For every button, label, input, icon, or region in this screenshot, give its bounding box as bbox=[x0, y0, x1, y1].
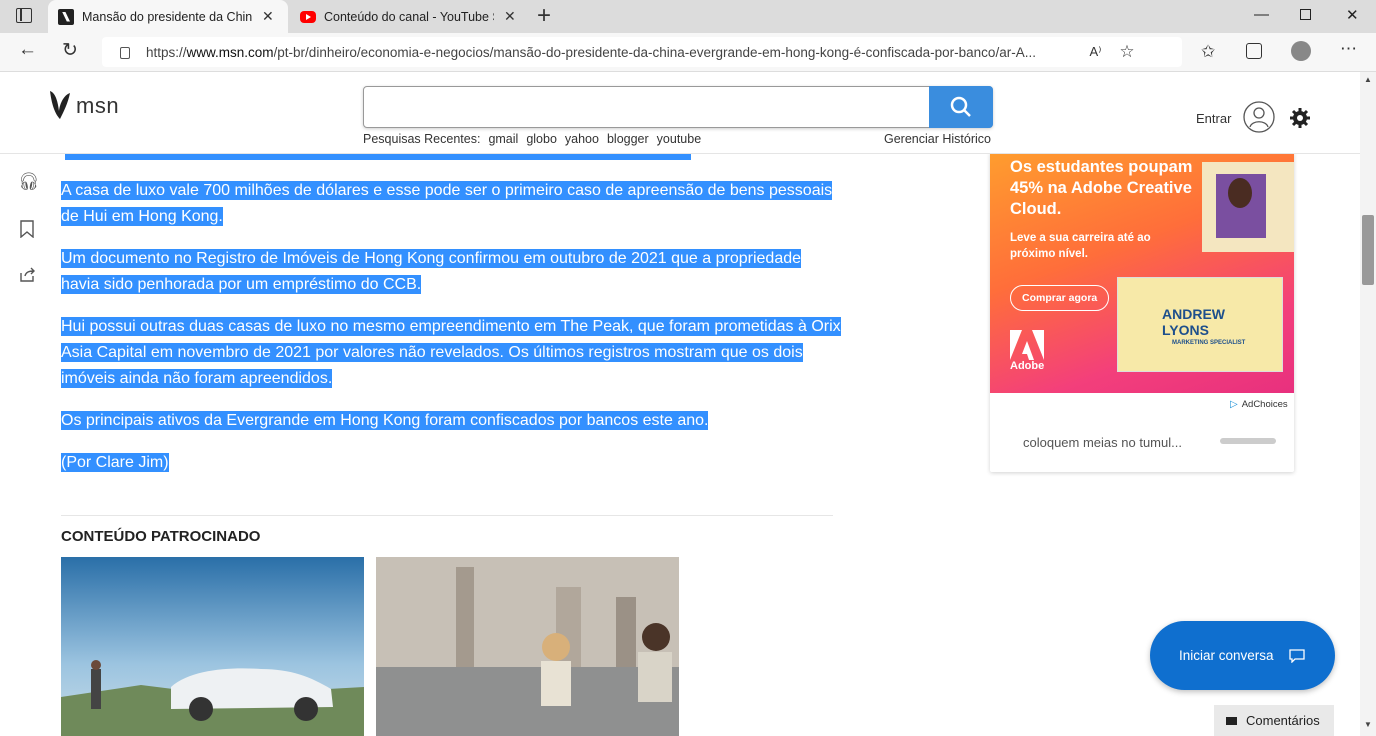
comment-icon bbox=[1226, 716, 1237, 725]
new-tab-button[interactable]: + bbox=[537, 2, 551, 30]
scroll-down-icon[interactable]: ▼ bbox=[1364, 720, 1372, 729]
comments-label: Comentários bbox=[1246, 713, 1320, 728]
section-divider bbox=[61, 515, 833, 516]
collections-icon[interactable] bbox=[1246, 43, 1262, 59]
scrollbar-thumb[interactable] bbox=[1362, 215, 1374, 285]
msn-logo[interactable]: msn bbox=[46, 89, 119, 123]
article-paragraph: Um documento no Registro de Imóveis de H… bbox=[61, 249, 802, 294]
ad-cta-button[interactable]: Comprar agora bbox=[1010, 285, 1110, 311]
recent-searches-label: Pesquisas Recentes: bbox=[363, 132, 481, 146]
search-input[interactable] bbox=[374, 87, 934, 125]
page-scrollbar[interactable]: ▲ ▼ bbox=[1360, 72, 1376, 736]
msn-header: msn Pesquisas Recentes: gmail globo yaho… bbox=[0, 72, 1360, 154]
manage-history-link[interactable]: Gerenciar Histórico bbox=[884, 132, 991, 146]
favorites-icon[interactable]: ✩ bbox=[1201, 42, 1215, 62]
sponsored-card-car[interactable] bbox=[61, 557, 364, 736]
logo-text: msn bbox=[76, 93, 120, 118]
settings-more-icon[interactable]: ⋯ bbox=[1340, 39, 1357, 59]
tab-youtube-studio[interactable]: Conteúdo do canal - YouTube St ✕ bbox=[290, 0, 530, 33]
comments-button[interactable]: Comentários bbox=[1214, 705, 1334, 736]
close-window-icon[interactable]: ✕ bbox=[1346, 6, 1359, 24]
minimize-icon[interactable]: — bbox=[1254, 6, 1269, 23]
recent-search-link[interactable]: youtube bbox=[657, 132, 701, 146]
tab-actions-icon[interactable] bbox=[16, 8, 32, 23]
search-button[interactable] bbox=[929, 86, 993, 128]
browser-toolbar: ← ↻ https://www.msn.com/pt-br/dinheiro/e… bbox=[0, 33, 1376, 72]
gear-icon[interactable] bbox=[1289, 107, 1311, 129]
back-arrow-icon[interactable]: ← bbox=[18, 39, 37, 61]
article-byline: (Por Clare Jim) bbox=[61, 453, 169, 472]
search-box[interactable] bbox=[363, 86, 993, 128]
read-aloud-icon[interactable]: A⁾ bbox=[1090, 44, 1102, 60]
chat-button-label: Iniciar conversa bbox=[1179, 648, 1274, 663]
address-bar[interactable]: https://www.msn.com/pt-br/dinheiro/econo… bbox=[102, 37, 1182, 67]
recent-search-link[interactable]: globo bbox=[526, 132, 557, 146]
adobe-ad[interactable]: Os estudantes poupam 45% na Adobe Creati… bbox=[990, 152, 1294, 472]
chat-bubble-icon bbox=[1288, 648, 1305, 663]
adchoices-link[interactable]: ▷ AdChoices bbox=[1230, 399, 1288, 410]
close-tab-icon[interactable]: ✕ bbox=[504, 8, 516, 25]
browser-tab-strip: Mansão do presidente da China ✕ Conteúdo… bbox=[0, 0, 1376, 33]
article-body: A casa de luxo vale 700 milhões de dólar… bbox=[61, 140, 841, 492]
tab-msn-article[interactable]: Mansão do presidente da China ✕ bbox=[48, 0, 288, 33]
url-prefix: https:// bbox=[146, 44, 187, 60]
share-icon[interactable] bbox=[19, 266, 36, 283]
maximize-icon[interactable] bbox=[1300, 9, 1311, 20]
ad-portrait bbox=[1202, 162, 1294, 252]
recent-search-link[interactable]: yahoo bbox=[565, 132, 599, 146]
cyclists-photo bbox=[376, 557, 679, 736]
search-icon bbox=[950, 96, 971, 117]
lock-icon bbox=[120, 47, 130, 59]
url-host: www.msn.com bbox=[186, 44, 274, 60]
refresh-icon[interactable]: ↻ bbox=[62, 39, 78, 62]
headphones-icon[interactable]: 🎧︎ bbox=[18, 172, 40, 192]
adobe-logo-icon bbox=[1010, 330, 1044, 360]
sponsored-heading: CONTEÚDO PATROCINADO bbox=[61, 528, 261, 545]
msn-favicon-icon bbox=[58, 8, 74, 25]
profile-avatar-icon[interactable] bbox=[1291, 41, 1311, 61]
user-avatar-icon[interactable] bbox=[1243, 101, 1275, 133]
adchoices-icon: ▷ bbox=[1230, 399, 1238, 410]
car-photo bbox=[61, 557, 364, 736]
ad-brand: Adobe bbox=[1010, 360, 1045, 372]
recent-searches: Pesquisas Recentes: gmail globo yahoo bl… bbox=[363, 132, 701, 146]
ad-badge: ANDREW LYONS MARKETING SPECIALIST bbox=[1117, 277, 1283, 372]
msn-butterfly-icon bbox=[50, 91, 70, 119]
close-tab-icon[interactable]: ✕ bbox=[262, 8, 274, 25]
scroll-up-icon[interactable]: ▲ bbox=[1364, 75, 1372, 84]
bookmark-icon[interactable] bbox=[20, 220, 34, 238]
ad-banner[interactable]: Os estudantes poupam 45% na Adobe Creati… bbox=[990, 152, 1294, 393]
sponsored-card-bikes[interactable] bbox=[376, 557, 679, 736]
recent-search-link[interactable]: gmail bbox=[488, 132, 518, 146]
signin-link[interactable]: Entrar bbox=[1196, 111, 1231, 126]
tab-title: Conteúdo do canal - YouTube St bbox=[324, 9, 494, 24]
url-path: /pt-br/dinheiro/economia-e-negocios/mans… bbox=[273, 44, 1036, 60]
article-paragraph: A casa de luxo vale 700 milhões de dólar… bbox=[61, 181, 833, 226]
article-paragraph: Hui possui outras duas casas de luxo no … bbox=[61, 317, 841, 388]
tab-title: Mansão do presidente da China bbox=[82, 9, 252, 24]
ad-headline: Os estudantes poupam 45% na Adobe Creati… bbox=[1010, 158, 1193, 218]
article-paragraph: Os principais ativos da Evergrande em Ho… bbox=[61, 411, 709, 430]
ad-below-text: coloquem meias no tumul... bbox=[1023, 435, 1182, 450]
add-favorite-icon[interactable]: ☆ bbox=[1119, 42, 1134, 62]
youtube-favicon-icon bbox=[300, 10, 316, 23]
start-chat-button[interactable]: Iniciar conversa bbox=[1150, 621, 1335, 690]
ad-subline: Leve a sua carreira até ao próximo nível… bbox=[1010, 232, 1151, 260]
ad-placeholder-bar bbox=[1220, 438, 1276, 444]
recent-search-link[interactable]: blogger bbox=[607, 132, 649, 146]
